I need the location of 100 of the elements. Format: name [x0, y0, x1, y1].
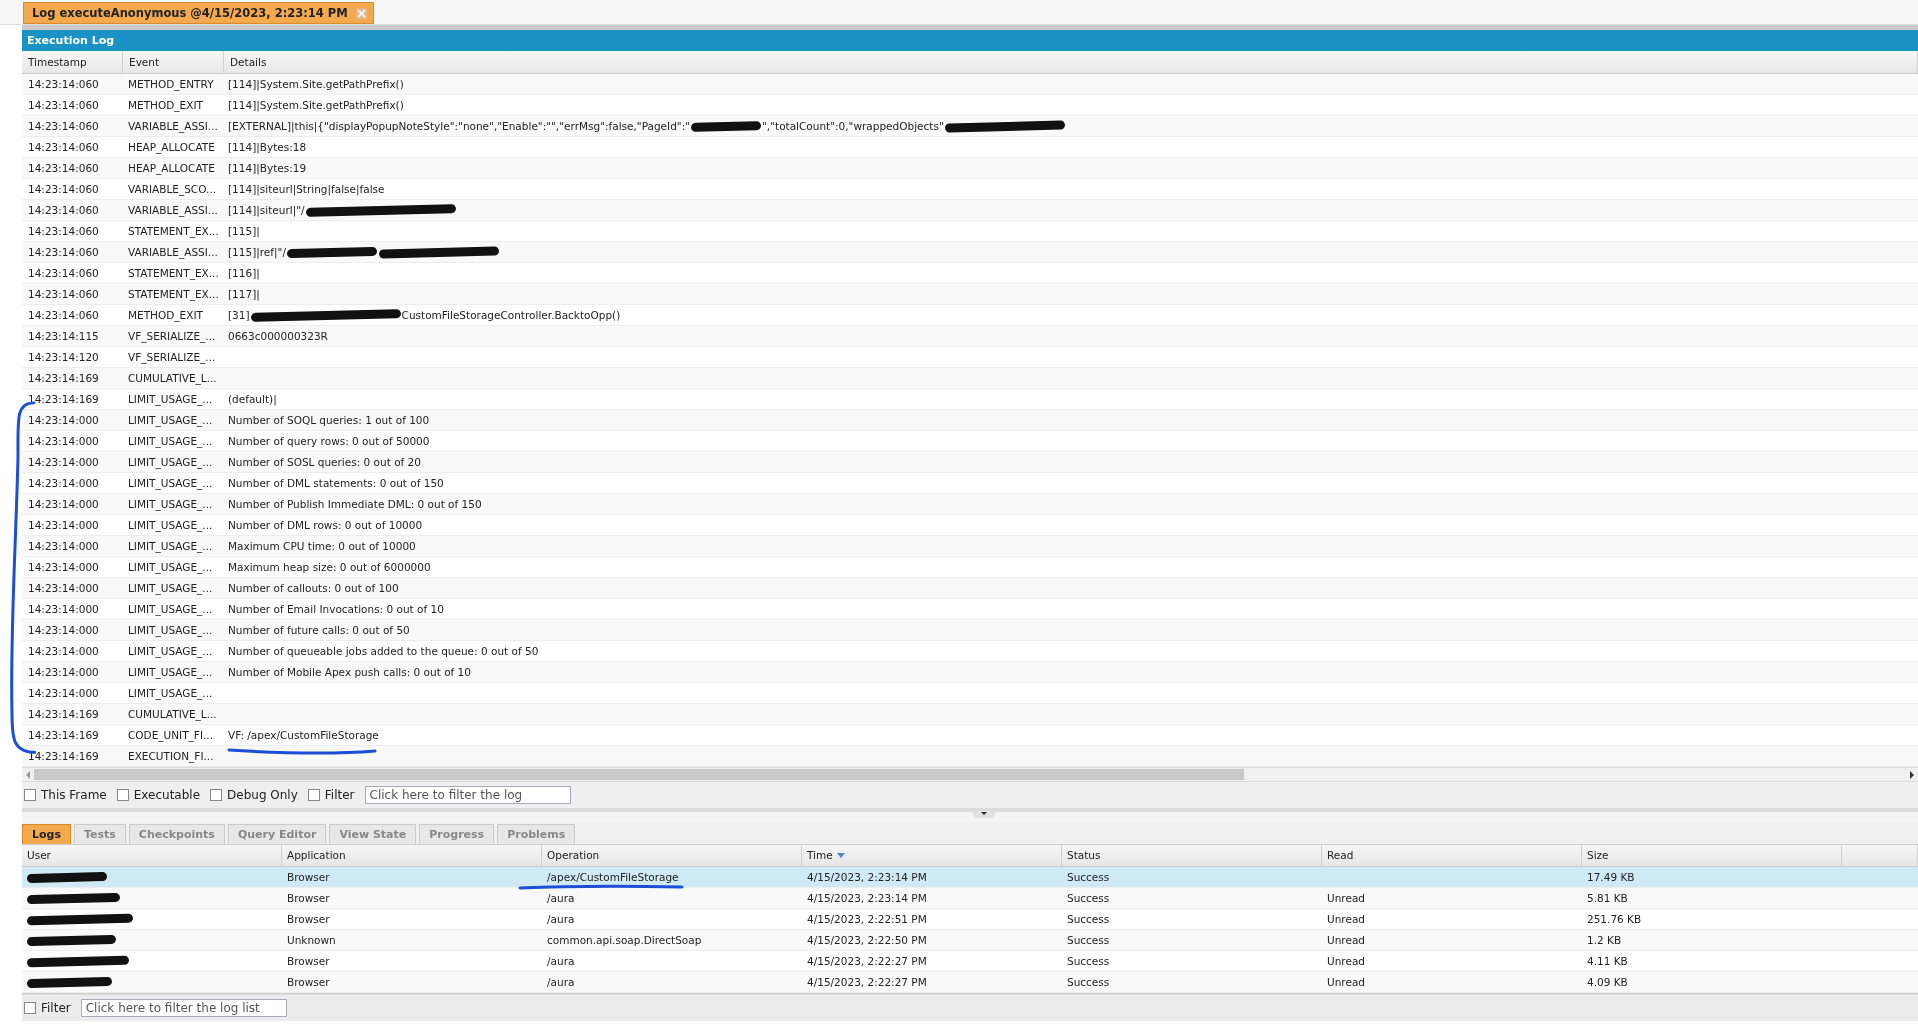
table-cell: Unread: [1327, 892, 1365, 904]
table-cell: Number of queueable jobs added to the queue: 0 out of 50: [228, 645, 539, 657]
checkbox[interactable]: [307, 789, 320, 801]
table-cell-text: LIMIT_USAGE_...: [127, 414, 214, 426]
table-cell: 4/15/2023, 2:22:27 PM: [807, 976, 927, 988]
log-row[interactable]: Browser /apex/CustomFileStorage 4/15/2023, 2:23:14 PM Success 17.49 KB: [22, 867, 1918, 888]
table-cell: CustomFileStorageController.BacktoOpp(): [401, 309, 621, 321]
table-cell-text: 14:23:14:169: [27, 708, 100, 720]
table-cell: [115]|: [228, 225, 260, 237]
table-cell-text: 14:23:14:060: [27, 78, 100, 90]
log-row[interactable]: Unknown common.api.soap.DirectSoap 4/15/2023, 2:22:50 PM Success Unread 1.2 KB: [22, 930, 1918, 951]
column-header[interactable]: Timestamp: [22, 51, 123, 73]
scrollbar-thumb[interactable]: [34, 769, 1244, 780]
table-cell: Browser: [287, 871, 330, 883]
table-cell: Browser: [287, 892, 330, 904]
table-cell-text: CODE_UNIT_FI...: [127, 729, 214, 741]
table-cell: /aura: [547, 913, 575, 925]
log-row[interactable]: Browser /aura 4/15/2023, 2:22:27 PM Success Unread 4.09 KB: [22, 972, 1918, 993]
table-cell-text: LIMIT_USAGE_...: [127, 477, 214, 489]
editor-tab[interactable]: Log executeAnonymous @4/15/2023, 2:23:14 PM: [23, 2, 374, 24]
table-cell: /aura: [547, 976, 575, 988]
table-cell-text: 14:23:14:060: [27, 288, 100, 300]
table-cell: Number of query rows: 0 out of 50000: [228, 435, 430, 447]
table-cell-text: LIMIT_USAGE_...: [127, 540, 214, 552]
table-cell-text: 14:23:14:000: [27, 540, 100, 552]
table-cell-text: 14:23:14:000: [27, 477, 100, 489]
column-header[interactable]: Details: [224, 51, 1918, 73]
close-icon[interactable]: [355, 7, 367, 19]
panel-title: Execution Log: [22, 30, 1918, 51]
checkbox-label: Filter: [324, 788, 355, 802]
table-cell: Number of Email Invocations: 0 out of 10: [228, 603, 444, 615]
table-cell-text: LIMIT_USAGE_...: [127, 582, 214, 594]
table-cell: Success: [1067, 976, 1110, 988]
checkbox-label: This Frame: [41, 788, 107, 802]
table-cell-text: LIMIT_USAGE_...: [127, 645, 214, 657]
checkbox[interactable]: [24, 1002, 36, 1014]
table-cell-text: HEAP_ALLOCATE: [127, 141, 216, 153]
table-cell-text: LIMIT_USAGE_...: [127, 603, 214, 615]
column-header[interactable]: Read: [1322, 845, 1582, 866]
table-cell: Unread: [1327, 934, 1365, 946]
table-cell: 4/15/2023, 2:23:14 PM: [807, 892, 927, 904]
table-cell: ","totalCount":0,"wrappedObjects": [762, 120, 944, 132]
table-cell-text: VF_SERIALIZE_...: [127, 351, 217, 363]
table-cell-text: EXECUTION_FI...: [127, 750, 215, 762]
table-cell: Maximum CPU time: 0 out of 10000: [228, 540, 416, 552]
table-cell: Unread: [1327, 913, 1365, 925]
table-cell: [114]|siteurl|"/: [228, 204, 305, 216]
table-cell: 4.09 KB: [1587, 976, 1628, 988]
table-cell-text: LIMIT_USAGE_...: [127, 456, 214, 468]
table-cell: [114]|siteurl|String|false|false: [228, 183, 385, 195]
filter-field[interactable]: Click here to filter the log: [364, 786, 571, 804]
table-cell: 4/15/2023, 2:22:50 PM: [807, 934, 927, 946]
table-cell: Maximum heap size: 0 out of 6000000: [228, 561, 431, 573]
table-cell-text: LIMIT_USAGE_...: [127, 393, 214, 405]
table-cell-text: 14:23:14:169: [27, 729, 100, 741]
table-cell-text: 14:23:14:060: [27, 99, 100, 111]
column-header[interactable]: User: [22, 845, 282, 866]
filter-field[interactable]: Click here to filter the log list: [80, 999, 287, 1017]
table-cell: [114]|Bytes:19: [228, 162, 307, 174]
table-cell-text: 14:23:14:000: [27, 603, 100, 615]
column-header[interactable]: Application: [282, 845, 542, 866]
table-cell: /aura: [547, 955, 575, 967]
panel-tab[interactable]: Logs: [22, 824, 71, 844]
table-cell-text: LIMIT_USAGE_...: [127, 519, 214, 531]
checkbox-label: Filter: [41, 1001, 71, 1015]
table-cell: Browser: [287, 913, 330, 925]
table-cell: 5.81 KB: [1587, 892, 1628, 904]
table-cell-text: 14:23:14:000: [27, 519, 100, 531]
table-cell-text: METHOD_EXIT: [127, 309, 204, 321]
table-cell-text: HEAP_ALLOCATE: [127, 162, 216, 174]
table-cell: 1.2 KB: [1587, 934, 1622, 946]
table-cell-text: 14:23:14:120: [27, 351, 100, 363]
column-header[interactable]: Event: [123, 51, 224, 73]
table-cell: 4/15/2023, 2:23:14 PM: [807, 871, 927, 883]
table-cell-text: 14:23:14:169: [27, 750, 100, 762]
table-cell-text: 14:23:14:060: [27, 204, 100, 216]
table-cell-text: 14:23:14:000: [27, 561, 100, 573]
table-cell-text: VARIABLE_ASSI...: [127, 120, 219, 132]
table-cell: Number of future calls: 0 out of 50: [228, 624, 410, 636]
checkbox-label: Executable: [133, 788, 201, 802]
checkbox[interactable]: [24, 789, 36, 801]
column-header[interactable]: Size: [1582, 845, 1842, 866]
table-cell: Unread: [1327, 976, 1365, 988]
checkbox[interactable]: [210, 789, 223, 801]
log-row[interactable]: Browser /aura 4/15/2023, 2:23:14 PM Success Unread 5.81 KB: [22, 888, 1918, 909]
table-cell: Success: [1067, 871, 1110, 883]
table-cell-text: 14:23:14:060: [27, 309, 100, 321]
column-header[interactable]: Time: [802, 845, 1062, 866]
table-cell: Number of callouts: 0 out of 100: [228, 582, 399, 594]
column-header[interactable]: Operation: [542, 845, 802, 866]
table-cell: (default)|: [228, 393, 277, 405]
table-cell: [117]|: [228, 288, 260, 300]
column-header[interactable]: Status: [1062, 845, 1322, 866]
splitter-handle-icon[interactable]: [972, 811, 996, 818]
table-cell-text: LIMIT_USAGE_...: [127, 561, 214, 573]
table-cell: /apex/CustomFileStorage: [547, 871, 679, 883]
table-cell-text: LIMIT_USAGE_...: [127, 435, 214, 447]
table-cell-text: 14:23:14:000: [27, 414, 100, 426]
checkbox[interactable]: [116, 789, 129, 801]
table-cell-text: STATEMENT_EX...: [127, 288, 220, 300]
